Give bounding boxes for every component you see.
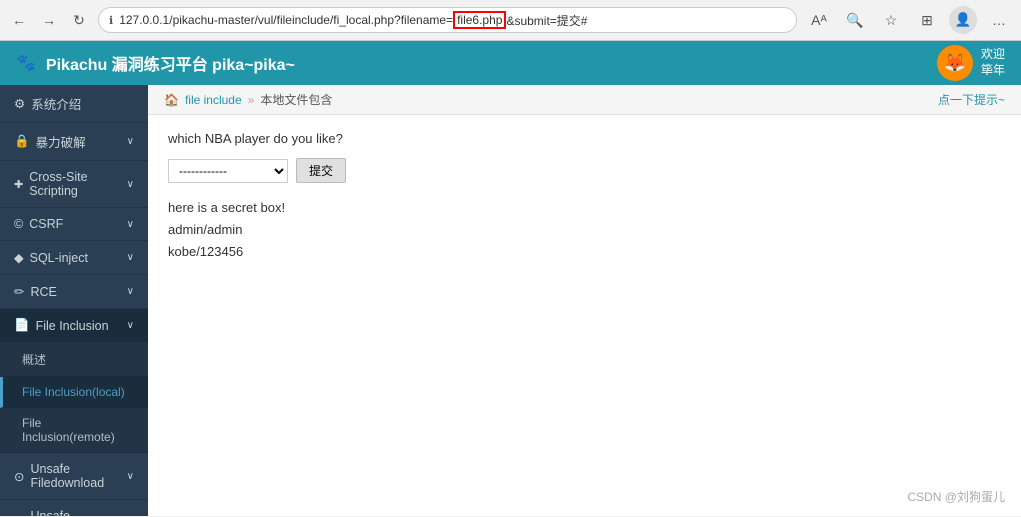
- sidebar-label-brute: 暴力破解: [36, 132, 86, 151]
- fi-icon: 📄: [14, 318, 30, 333]
- player-select[interactable]: ------------: [168, 159, 288, 183]
- secret-line1: here is a secret box!: [168, 197, 1001, 219]
- sidebar-item-fi[interactable]: 📄 File Inclusion ∨: [0, 309, 148, 343]
- lock-icon: ℹ: [109, 14, 113, 27]
- sidebar-item-brute[interactable]: 🔒 暴力破解 ∨: [0, 123, 148, 161]
- sidebar-item-csrf[interactable]: © CSRF ∨: [0, 208, 148, 241]
- zoom-button[interactable]: 🔍: [841, 6, 869, 34]
- avatar-sub: 筚年: [981, 63, 1005, 79]
- app-header-title: 🐾 Pikachu 漏洞练习平台 pika~pika~: [16, 51, 295, 75]
- sidebar-item-unsafe-ul[interactable]: ⊙ Unsafe Fileupload ∨: [0, 500, 148, 516]
- submit-button[interactable]: 提交: [296, 158, 346, 183]
- sidebar-label-intro: 系统介绍: [31, 94, 81, 113]
- url-text: 127.0.0.1/pikachu-master/vul/fileinclude…: [119, 11, 786, 29]
- csrf-chevron: ∨: [127, 219, 134, 230]
- xss-chevron: ∨: [127, 179, 134, 190]
- favorites-button[interactable]: ☆: [877, 6, 905, 34]
- browser-toolbar: ← → ↻ ℹ 127.0.0.1/pikachu-master/vul/fil…: [0, 0, 1021, 40]
- secret-box: here is a secret box! admin/admin kobe/1…: [168, 197, 1001, 263]
- sqli-chevron: ∨: [127, 252, 134, 263]
- secret-line2: admin/admin: [168, 219, 1001, 241]
- sidebar-sub-fi-local[interactable]: File Inclusion(local): [0, 377, 148, 408]
- sidebar-item-rce[interactable]: ✏ RCE ∨: [0, 275, 148, 309]
- avatar-text: 欢迎: [981, 47, 1005, 63]
- app-container: 🐾 Pikachu 漏洞练习平台 pika~pika~ 🦊 欢迎 筚年 ⚙ 系统…: [0, 41, 1021, 516]
- fi-local-label: File Inclusion(local): [22, 385, 125, 399]
- back-button[interactable]: ←: [8, 9, 30, 31]
- content-area: which NBA player do you like? ----------…: [148, 115, 1021, 516]
- rce-chevron: ∨: [127, 286, 134, 297]
- fi-overview-label: 概述: [22, 353, 46, 367]
- sidebar-item-intro[interactable]: ⚙ 系统介绍: [0, 85, 148, 123]
- breadcrumb-parent[interactable]: file include: [185, 93, 242, 107]
- app-body: ⚙ 系统介绍 🔒 暴力破解 ∨ ✚ Cross-Site Scripting ∨: [0, 85, 1021, 516]
- sidebar-fi-submenu: 概述 File Inclusion(local) File Inclusion(…: [0, 343, 148, 453]
- sqli-icon: ◆: [14, 250, 24, 265]
- url-highlight: file6.php: [453, 11, 506, 29]
- brute-chevron: ∨: [127, 136, 134, 147]
- watermark: CSDN @刘狗蛋儿: [907, 488, 1005, 505]
- more-button[interactable]: …: [985, 6, 1013, 34]
- breadcrumb: 🏠 file include » 本地文件包含: [164, 91, 332, 108]
- browser-chrome: ← → ↻ ℹ 127.0.0.1/pikachu-master/vul/fil…: [0, 0, 1021, 41]
- collections-button[interactable]: ⊞: [913, 6, 941, 34]
- breadcrumb-bar: 🏠 file include » 本地文件包含 点一下提示~: [148, 85, 1021, 115]
- avatar: 🦊: [937, 45, 973, 81]
- sidebar-label-fi: File Inclusion: [36, 319, 109, 333]
- sidebar-label-unsafe-dl: Unsafe Filedownload: [30, 462, 126, 490]
- sidebar: ⚙ 系统介绍 🔒 暴力破解 ∨ ✚ Cross-Site Scripting ∨: [0, 85, 148, 516]
- secret-line3: kobe/123456: [168, 241, 1001, 263]
- sidebar-item-xss[interactable]: ✚ Cross-Site Scripting ∨: [0, 161, 148, 208]
- sidebar-label-csrf: CSRF: [29, 217, 63, 231]
- forward-button[interactable]: →: [38, 9, 60, 31]
- app-header: 🐾 Pikachu 漏洞练习平台 pika~pika~ 🦊 欢迎 筚年: [0, 41, 1021, 85]
- sidebar-label-unsafe-ul: Unsafe Fileupload: [30, 509, 126, 516]
- unsafe-dl-chevron: ∨: [127, 471, 134, 482]
- breadcrumb-current: 本地文件包含: [260, 91, 332, 108]
- brute-icon: 🔒: [14, 134, 30, 149]
- rce-icon: ✏: [14, 284, 24, 299]
- fi-remote-label: File Inclusion(remote): [22, 416, 115, 444]
- main-content: 🏠 file include » 本地文件包含 点一下提示~ which NBA…: [148, 85, 1021, 516]
- sidebar-label-xss: Cross-Site Scripting: [29, 170, 126, 198]
- app-header-right: 🦊 欢迎 筚年: [937, 45, 1005, 81]
- url-after: &submit=提交#: [506, 12, 587, 29]
- sidebar-item-unsafe-dl[interactable]: ⊙ Unsafe Filedownload ∨: [0, 453, 148, 500]
- sidebar-sub-fi-remote[interactable]: File Inclusion(remote): [0, 408, 148, 453]
- read-aloud-button[interactable]: Aᴬ: [805, 6, 833, 34]
- unsafe-dl-icon: ⊙: [14, 469, 24, 484]
- address-bar[interactable]: ℹ 127.0.0.1/pikachu-master/vul/fileinclu…: [98, 7, 797, 33]
- sidebar-sub-fi-overview[interactable]: 概述: [0, 343, 148, 377]
- form-row: ------------ 提交: [168, 158, 1001, 183]
- unsafe-ul-icon: ⊙: [14, 516, 24, 517]
- content-question: which NBA player do you like?: [168, 131, 1001, 146]
- sidebar-label-rce: RCE: [30, 285, 56, 299]
- refresh-button[interactable]: ↻: [68, 9, 90, 31]
- breadcrumb-separator: »: [248, 93, 255, 107]
- intro-icon: ⚙: [14, 96, 25, 111]
- sidebar-item-sqli[interactable]: ◆ SQL-inject ∨: [0, 241, 148, 275]
- csrf-icon: ©: [14, 217, 23, 231]
- url-before: 127.0.0.1/pikachu-master/vul/fileinclude…: [119, 13, 453, 27]
- home-icon: 🏠: [164, 93, 179, 107]
- fi-chevron: ∨: [127, 320, 134, 331]
- app-title: Pikachu 漏洞练习平台 pika~pika~: [46, 51, 295, 75]
- sidebar-label-sqli: SQL-inject: [30, 251, 88, 265]
- logo-icon: 🐾: [16, 53, 36, 73]
- account-button[interactable]: 👤: [949, 6, 977, 34]
- breadcrumb-hint[interactable]: 点一下提示~: [938, 91, 1005, 108]
- xss-icon: ✚: [14, 178, 23, 191]
